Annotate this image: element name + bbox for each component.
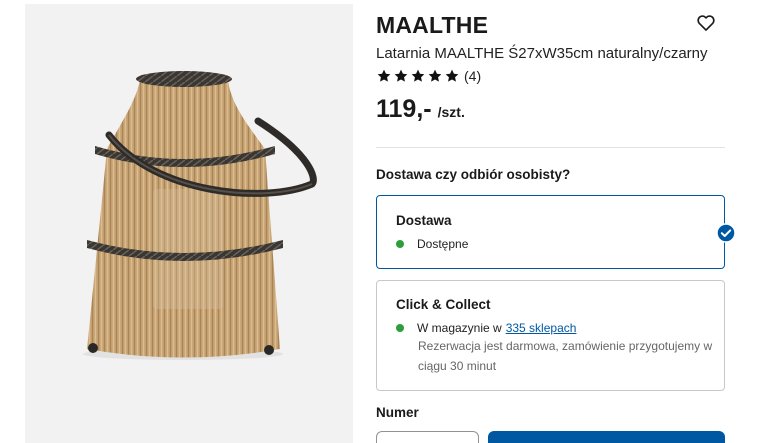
star-icon <box>428 69 442 82</box>
quantity-label: Numer <box>376 405 419 420</box>
stores-link[interactable]: 335 sklepach <box>506 321 577 335</box>
product-title: MAALTHE <box>376 12 489 38</box>
product-price: 119,- /szt. <box>376 95 465 124</box>
green-dot-icon <box>396 240 404 248</box>
availability-status: Dostępne <box>396 237 468 251</box>
availability-status: W magazynie w 335 sklepach <box>396 321 576 335</box>
heart-icon[interactable] <box>696 13 716 33</box>
product-info: MAALTHE Latarnia MAALTHE Ś27xW35cm natur… <box>376 0 736 443</box>
star-icon <box>377 69 391 82</box>
divider <box>376 147 725 148</box>
status-text: Dostępne <box>417 237 469 251</box>
star-icon <box>394 69 408 82</box>
price-value: 119,- <box>376 95 432 123</box>
star-icon <box>445 69 459 82</box>
add-to-cart-button[interactable] <box>488 431 725 443</box>
option-title: Click & Collect <box>396 297 491 312</box>
price-unit: /szt. <box>437 104 465 120</box>
product-rating[interactable]: (4) <box>376 68 481 84</box>
reservation-note: Rezerwacja jest darmowa, zamówienie przy… <box>418 339 713 373</box>
rating-stars <box>376 68 460 84</box>
product-image[interactable] <box>25 4 353 443</box>
delivery-option-click-collect[interactable]: Click & Collect W magazynie w 335 sklepa… <box>376 280 725 391</box>
lantern-image <box>83 71 317 360</box>
delivery-heading: Dostawa czy odbiór osobisty? <box>376 167 571 182</box>
green-dot-icon <box>396 324 404 332</box>
star-icon <box>411 69 425 82</box>
product-description: Latarnia MAALTHE Ś27xW35cm naturalny/cza… <box>376 45 708 62</box>
quantity-stepper[interactable] <box>376 431 479 443</box>
check-circle-icon <box>716 223 736 243</box>
option-title: Dostawa <box>396 213 452 228</box>
delivery-option-dostawa[interactable]: Dostawa Dostępne <box>376 195 736 269</box>
status-text: W magazynie w <box>417 321 502 335</box>
rating-count: (4) <box>464 68 482 84</box>
